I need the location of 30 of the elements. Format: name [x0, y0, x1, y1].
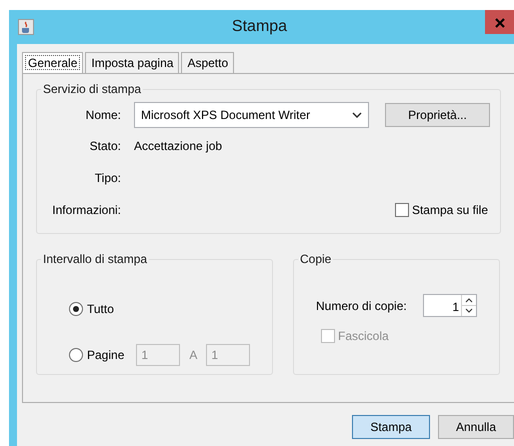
group-title: Servizio di stampa	[42, 82, 142, 96]
properties-button[interactable]: Proprietà...	[385, 103, 490, 127]
field-label: Stato:	[88, 138, 121, 155]
window-title: Stampa	[230, 17, 288, 37]
radio-label: Tutto	[87, 301, 114, 318]
close-icon	[494, 18, 504, 28]
checkbox-label: Stampa su file	[412, 202, 488, 218]
status-value: Accettazione job	[134, 138, 222, 155]
field-label: A	[189, 347, 198, 364]
field-label: Tipo:	[94, 170, 121, 186]
radio-button[interactable]	[69, 302, 83, 316]
field-label: Nome:	[84, 107, 121, 124]
copies-spinner[interactable]: 1	[423, 294, 477, 317]
radio-label: Pagine	[87, 347, 124, 364]
radio-button[interactable]	[69, 348, 83, 362]
group-title: Intervallo di stampa	[42, 252, 148, 266]
tab[interactable]: Aspetto	[181, 52, 234, 73]
tab[interactable]: Imposta pagina	[85, 52, 180, 73]
cup-icon	[18, 19, 34, 35]
chevron-icon	[352, 112, 362, 118]
checkbox[interactable]	[394, 202, 409, 216]
dialog-button[interactable]: Annulla	[438, 415, 514, 439]
group-title: Copie	[299, 252, 332, 266]
printer-dropdown[interactable]: Microsoft XPS Document Writer	[134, 102, 369, 128]
close-button[interactable]	[485, 10, 514, 34]
tab[interactable]: Generale	[22, 52, 84, 73]
dialog-button[interactable]: Stampa	[352, 415, 430, 439]
checkbox-label: Fascicola	[338, 328, 389, 345]
field-label: Informazioni:	[51, 202, 121, 218]
field-label: Numero di copie:	[316, 298, 408, 314]
